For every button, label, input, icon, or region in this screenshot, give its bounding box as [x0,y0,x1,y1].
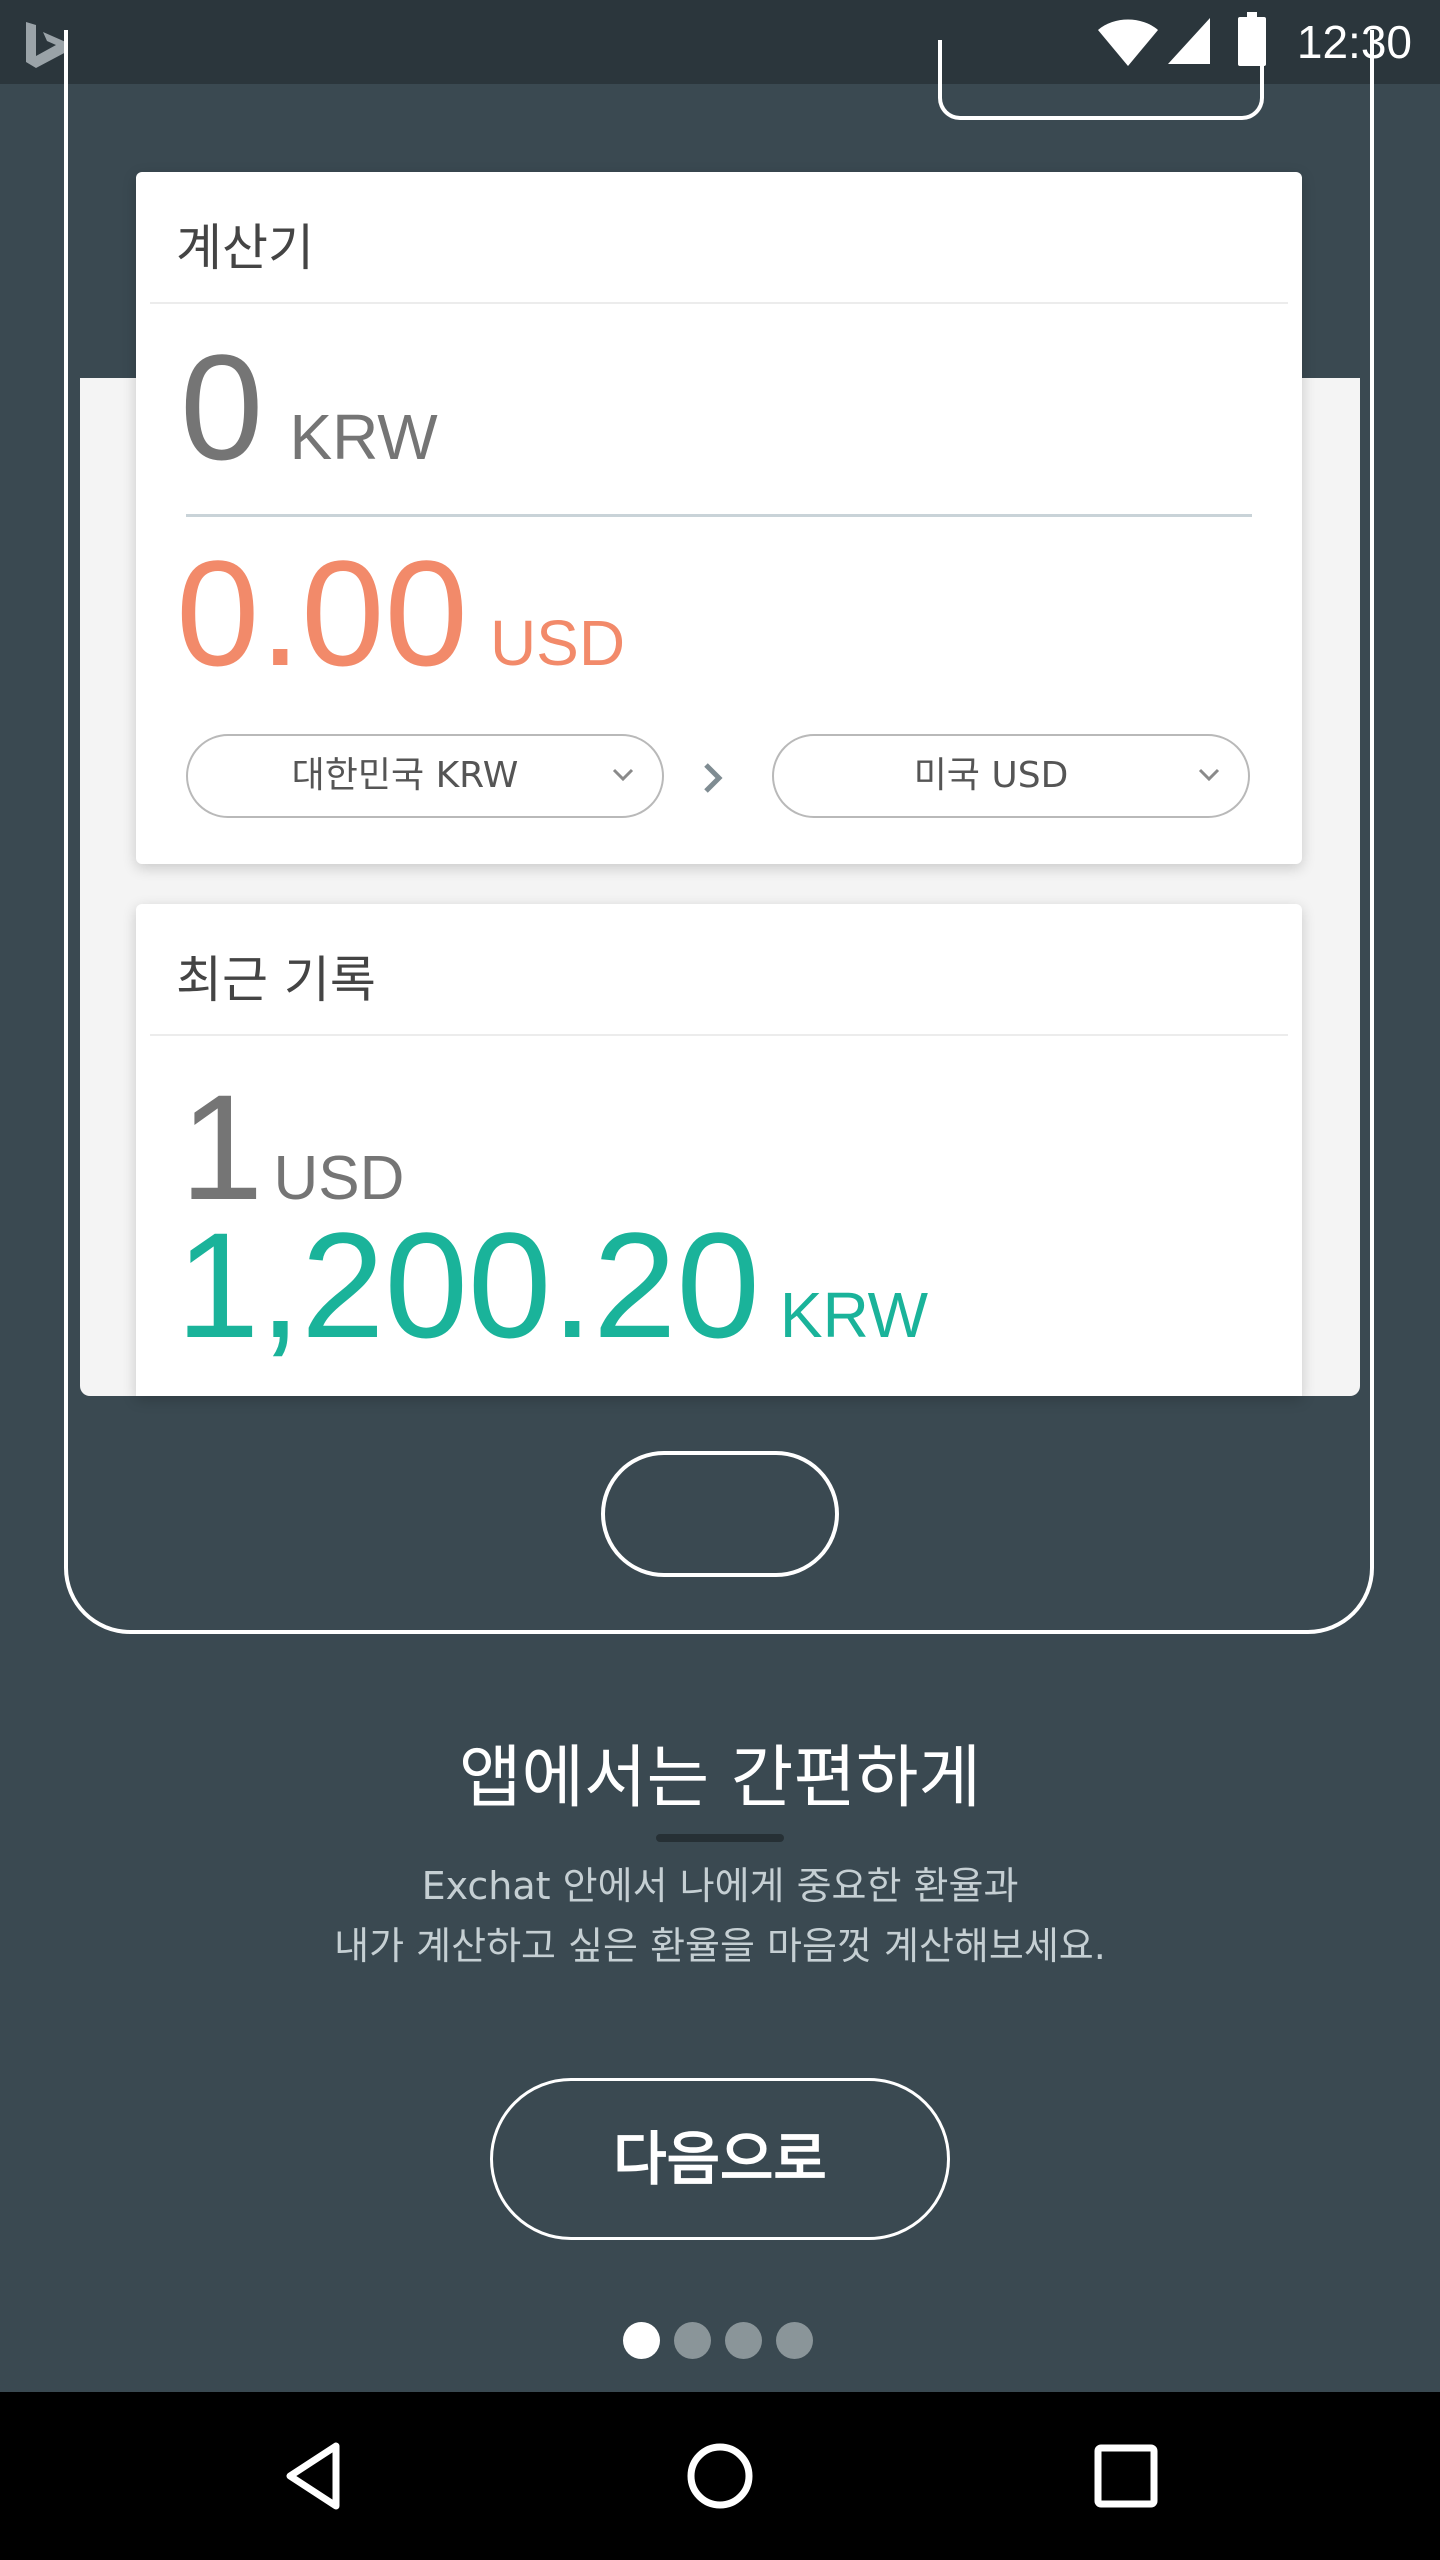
from-currency-select[interactable]: 대한민국 KRW [186,734,664,818]
calculator-card-title: 계산기 [176,219,314,277]
navigation-bar [0,2392,1440,2560]
onboarding-headline: 앱에서는 간편하게 [458,1739,982,1818]
to-currency-select[interactable]: 미국 USD [772,734,1250,818]
recent-quote-amount: 1,200.20 KRW [176,1210,928,1360]
recent-base-value: 1 [180,1063,264,1231]
recent-history-card: 최근 기록 1 USD 1,200.20 KRW [136,904,1302,1396]
from-currency-label: 대한민국 KRW [291,755,519,796]
phone-mockup-top-element [938,40,1264,120]
description-line-1: Exchat 안에서 나에게 중요한 환율과 [421,1864,1019,1908]
next-button[interactable]: 다음으로 [490,2078,950,2240]
to-currency-label: 미국 USD [913,755,1069,796]
onboarding-description: Exchat 안에서 나에게 중요한 환율과 내가 계산하고 싶은 환율을 마음… [0,1856,1440,1976]
recent-base-amount: 1 USD [180,1072,404,1222]
description-line-2: 내가 계산하고 싶은 환율을 마음껏 계산해보세요. [334,1924,1106,1968]
page-dot-2[interactable] [674,2322,711,2359]
input-amount-value: 0 [180,323,264,491]
calculator-input[interactable]: 0 KRW [180,332,438,482]
recents-square-icon[interactable] [1078,2428,1174,2524]
back-triangle-icon[interactable] [268,2428,364,2524]
recent-card-title: 최근 기록 [176,951,376,1009]
calculator-card: 계산기 0 KRW 0.00 USD 대한민국 KRW 미국 USD [136,172,1302,864]
calculator-output: 0.00 USD [176,538,625,688]
output-currency-code: USD [489,607,626,679]
page-dot-3[interactable] [725,2322,762,2359]
amount-divider [186,514,1252,517]
headline-underline [656,1834,784,1842]
calculator-card-divider [150,302,1288,304]
chevron-right-icon [704,763,723,793]
page-dot-4[interactable] [776,2322,813,2359]
chevron-down-icon [1198,768,1220,782]
home-circle-icon[interactable] [672,2428,768,2524]
input-currency-code: KRW [289,401,438,473]
page-dot-1-active[interactable] [623,2322,660,2359]
output-amount-value: 0.00 [176,529,468,697]
phone-mockup-home-button [601,1451,839,1577]
recent-card-divider [150,1034,1288,1036]
page-indicator [623,2322,813,2360]
recent-quote-currency: KRW [779,1279,929,1351]
recent-quote-value: 1,200.20 [176,1201,760,1369]
chevron-down-icon [612,768,634,782]
